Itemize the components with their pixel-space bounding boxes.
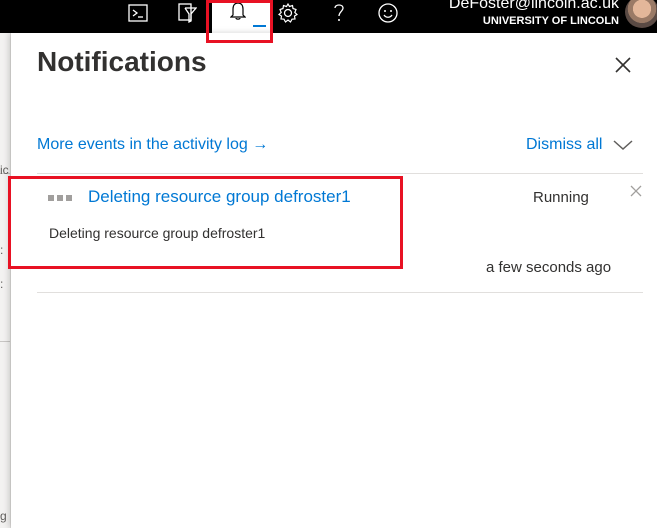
user-email[interactable]: DeFoster@lincoln.ac.uk bbox=[449, 0, 619, 13]
divider bbox=[37, 173, 643, 174]
user-organization[interactable]: UNIVERSITY OF LINCOLN bbox=[483, 15, 619, 27]
background-text-fragment: ic bbox=[0, 163, 9, 177]
background-divider bbox=[0, 341, 10, 342]
dismiss-all-button[interactable]: Dismiss all bbox=[526, 136, 602, 154]
background-text-fragment: : bbox=[0, 277, 4, 291]
dismiss-all-dropdown[interactable] bbox=[612, 138, 634, 152]
close-panel-button[interactable] bbox=[612, 54, 634, 76]
settings-gear-icon[interactable] bbox=[277, 0, 299, 26]
notification-title-link[interactable]: Deleting resource group defroster1 bbox=[88, 187, 351, 207]
chevron-down-icon bbox=[613, 140, 633, 151]
progress-dots-icon bbox=[48, 195, 72, 201]
cloud-shell-icon[interactable] bbox=[127, 0, 149, 26]
divider bbox=[37, 292, 643, 293]
background-text-fragment: : bbox=[0, 243, 4, 257]
notifications-button[interactable] bbox=[212, 0, 270, 33]
feedback-smiley-icon[interactable] bbox=[376, 0, 400, 26]
avatar[interactable] bbox=[625, 0, 657, 28]
notifications-bell-icon bbox=[229, 0, 247, 24]
page-title: Notifications bbox=[37, 46, 207, 77]
dismiss-notification-button[interactable] bbox=[629, 184, 643, 198]
close-icon bbox=[630, 185, 642, 197]
notifications-panel bbox=[11, 33, 657, 528]
close-icon bbox=[615, 57, 631, 73]
background-text-fragment: g bbox=[0, 509, 7, 523]
active-tab-indicator bbox=[253, 25, 266, 27]
background-page: ic : : g bbox=[0, 33, 11, 528]
top-bar: DeFoster@lincoln.ac.uk UNIVERSITY OF LIN… bbox=[0, 0, 657, 33]
activity-log-link[interactable]: More events in the activity log → bbox=[37, 136, 268, 154]
help-icon[interactable] bbox=[329, 0, 349, 26]
notification-timestamp: a few seconds ago bbox=[486, 259, 612, 276]
notification-status: Running bbox=[533, 189, 589, 206]
notification-description: Deleting resource group defroster1 bbox=[49, 225, 266, 241]
directory-filter-icon[interactable] bbox=[176, 0, 198, 26]
